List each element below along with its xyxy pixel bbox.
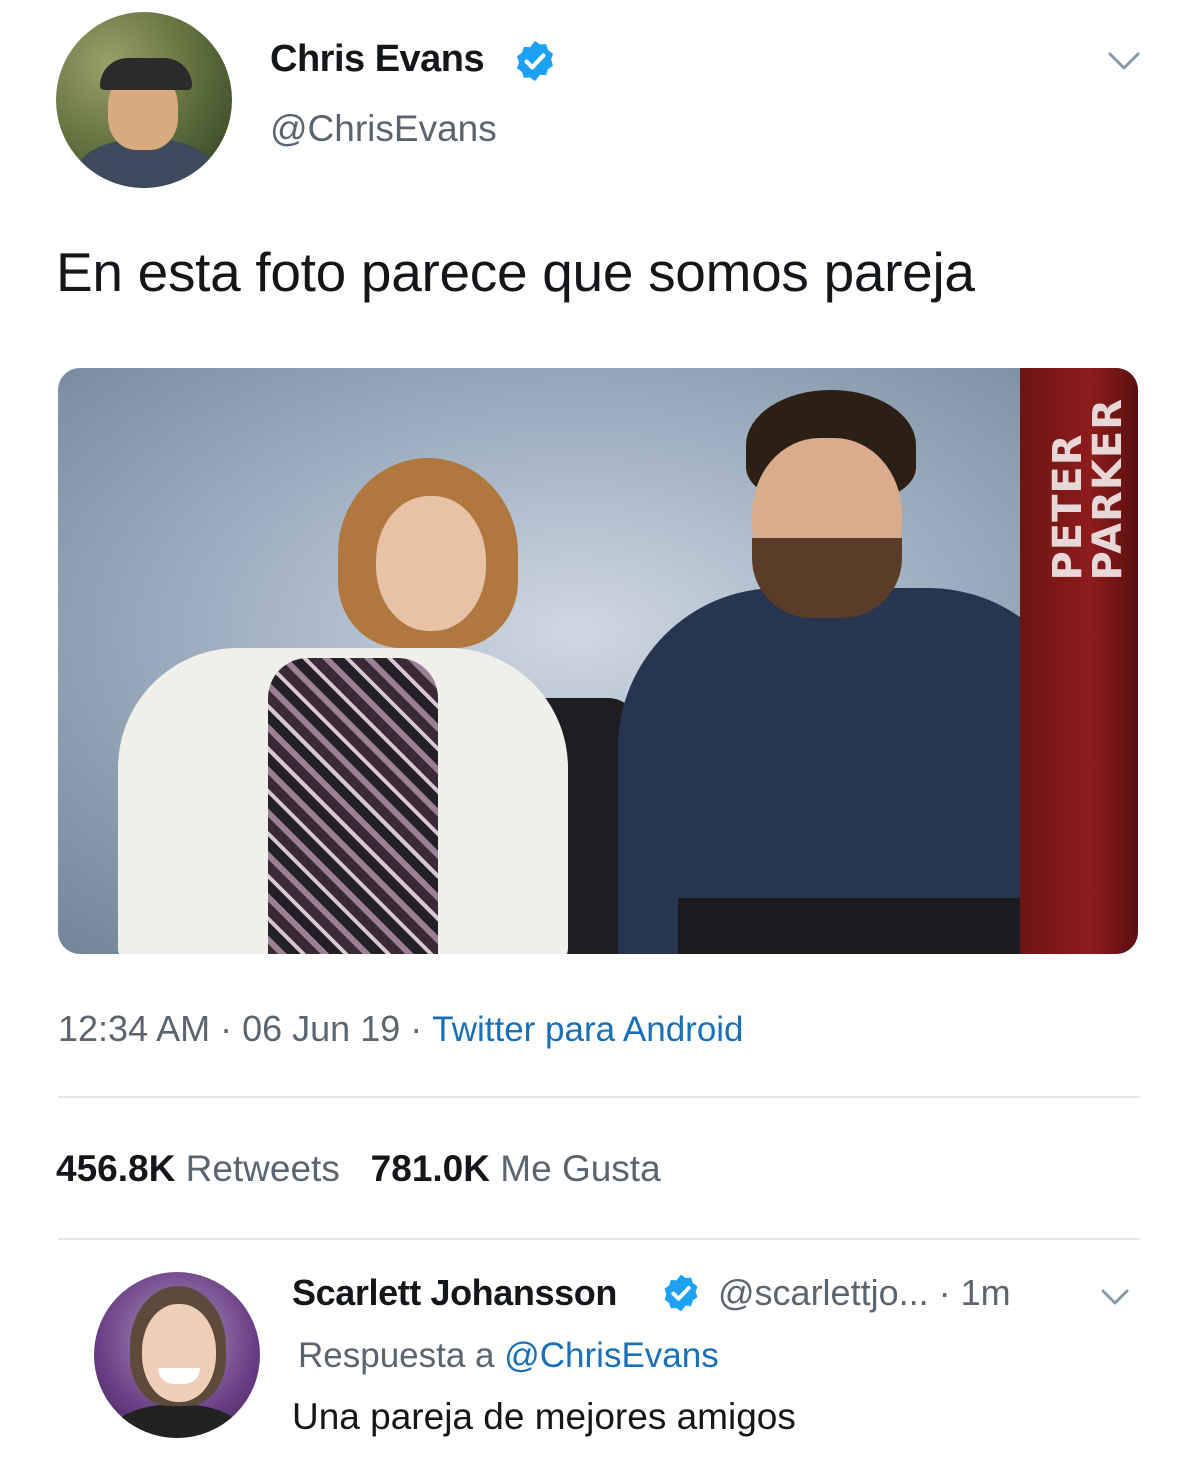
retweets-count: 456.8K [56, 1148, 176, 1189]
tweet-meta: 12:34 AM · 06 Jun 19 · Twitter para Andr… [58, 1008, 744, 1050]
reply-time[interactable]: 1m [961, 1272, 1011, 1313]
reply-to-handle-link[interactable]: @ChrisEvans [504, 1336, 718, 1375]
photo-man-pants [678, 898, 1058, 954]
tweet-time: 12:34 AM [58, 1008, 211, 1049]
reply-to-line: Respuesta a @ChrisEvans [298, 1336, 719, 1376]
tweet-date[interactable]: 06 Jun 19 [242, 1008, 400, 1049]
retweets-label: Retweets [185, 1148, 340, 1189]
retweets-stat[interactable]: 456.8K Retweets [56, 1148, 340, 1189]
reply-author-handle-time: @scarlettjo... · 1m [718, 1272, 1011, 1314]
tweet-source[interactable]: Twitter para Android [432, 1010, 743, 1049]
reply-author-display-name[interactable]: Scarlett Johansson [292, 1272, 617, 1314]
tweet-stats: 456.8K Retweets 781.0K Me Gusta [56, 1148, 661, 1190]
likes-stat[interactable]: 781.0K Me Gusta [371, 1148, 661, 1189]
tweet-text: En esta foto parece que somos pareja [56, 241, 975, 303]
avatar-shirt [114, 1404, 240, 1438]
meta-separator: · [400, 1008, 433, 1049]
likes-label: Me Gusta [500, 1148, 661, 1189]
reply-author-avatar[interactable] [94, 1272, 260, 1438]
reply-text: Una pareja de mejores amigos [292, 1396, 796, 1437]
avatar-cap [100, 58, 192, 90]
author-avatar[interactable] [56, 12, 232, 188]
reply-to-label: Respuesta a [298, 1336, 505, 1375]
banner-text: PETER PARKER [1045, 398, 1131, 581]
author-display-name[interactable]: Chris Evans [270, 38, 485, 81]
author-handle[interactable]: @ChrisEvans [270, 108, 497, 150]
divider [58, 1096, 1140, 1098]
likes-count: 781.0K [370, 1148, 490, 1189]
avatar-face [142, 1304, 216, 1402]
photo-woman-face [376, 496, 486, 631]
chevron-down-icon[interactable] [1098, 1284, 1132, 1310]
chevron-down-icon[interactable] [1104, 46, 1144, 76]
verified-badge-icon [516, 40, 554, 82]
tweet-photo[interactable]: PETER PARKER [58, 368, 1138, 954]
divider [58, 1238, 1140, 1240]
reply-author-handle[interactable]: @scarlettjo... [718, 1272, 929, 1313]
tweet-detail-page: Chris Evans @ChrisEvans En esta foto par… [0, 0, 1200, 1484]
photo-banner: PETER PARKER [1020, 368, 1138, 954]
meta-separator: · [210, 1008, 243, 1049]
verified-badge-icon [664, 1274, 698, 1312]
reply-time-separator: · [928, 1272, 961, 1313]
photo-woman-top [268, 658, 438, 954]
